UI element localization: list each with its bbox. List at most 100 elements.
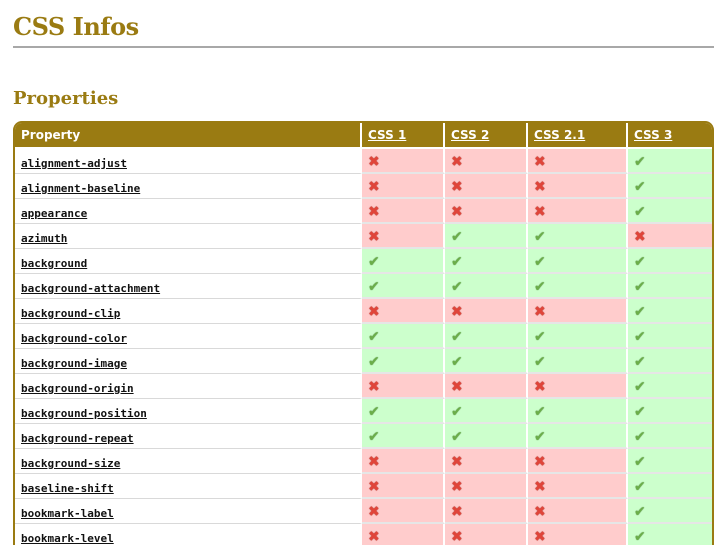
property-link[interactable]: background-image — [21, 357, 127, 370]
cross-icon: ✖ — [534, 529, 546, 545]
unsupported-cell: ✖ — [528, 474, 628, 499]
unsupported-cell: ✖ — [445, 299, 528, 324]
supported-cell: ✔ — [628, 299, 712, 324]
check-icon: ✔ — [368, 429, 380, 445]
property-cell: background-attachment — [15, 274, 362, 299]
check-icon: ✔ — [634, 379, 646, 395]
property-link[interactable]: background-clip — [21, 307, 120, 320]
check-icon: ✔ — [634, 204, 646, 220]
property-link[interactable]: background-origin — [21, 382, 134, 395]
cross-icon: ✖ — [451, 479, 463, 495]
column-header-link[interactable]: CSS 2.1 — [534, 128, 585, 142]
unsupported-cell: ✖ — [362, 374, 445, 399]
cross-icon: ✖ — [451, 379, 463, 395]
property-link[interactable]: alignment-baseline — [21, 182, 140, 195]
unsupported-cell: ✖ — [362, 149, 445, 174]
cross-icon: ✖ — [368, 454, 380, 470]
cross-icon: ✖ — [368, 154, 380, 170]
check-icon: ✔ — [534, 404, 546, 420]
supported-cell: ✔ — [628, 249, 712, 274]
cross-icon: ✖ — [534, 154, 546, 170]
property-link[interactable]: background-repeat — [21, 432, 134, 445]
table-row: background-attachment ✔ ✔ ✔ ✔ — [15, 274, 712, 299]
check-icon: ✔ — [634, 404, 646, 420]
cross-icon: ✖ — [534, 379, 546, 395]
unsupported-cell: ✖ — [445, 174, 528, 199]
supported-cell: ✔ — [445, 224, 528, 249]
check-icon: ✔ — [451, 279, 463, 295]
cross-icon: ✖ — [451, 529, 463, 545]
cross-icon: ✖ — [368, 304, 380, 320]
check-icon: ✔ — [634, 354, 646, 370]
supported-cell: ✔ — [362, 249, 445, 274]
check-icon: ✔ — [634, 304, 646, 320]
supported-cell: ✔ — [362, 274, 445, 299]
supported-cell: ✔ — [528, 274, 628, 299]
table-row: alignment-adjust ✖ ✖ ✖ ✔ — [15, 149, 712, 174]
property-link[interactable]: background-position — [21, 407, 147, 420]
supported-cell: ✔ — [445, 274, 528, 299]
supported-cell: ✔ — [445, 424, 528, 449]
section-title: Properties — [13, 88, 119, 109]
property-link[interactable]: appearance — [21, 207, 87, 220]
property-cell: bookmark-label — [15, 499, 362, 524]
property-link[interactable]: background-attachment — [21, 282, 160, 295]
unsupported-cell: ✖ — [528, 449, 628, 474]
check-icon: ✔ — [534, 254, 546, 270]
check-icon: ✔ — [634, 454, 646, 470]
supported-cell: ✔ — [628, 324, 712, 349]
cross-icon: ✖ — [451, 454, 463, 470]
table-row: background-color ✔ ✔ ✔ ✔ — [15, 324, 712, 349]
unsupported-cell: ✖ — [445, 374, 528, 399]
property-link[interactable]: baseline-shift — [21, 482, 114, 495]
cross-icon: ✖ — [534, 504, 546, 520]
property-link[interactable]: background-color — [21, 332, 127, 345]
supported-cell: ✔ — [628, 399, 712, 424]
unsupported-cell: ✖ — [362, 474, 445, 499]
unsupported-cell: ✖ — [528, 199, 628, 224]
table-row: background-repeat ✔ ✔ ✔ ✔ — [15, 424, 712, 449]
cross-icon: ✖ — [534, 454, 546, 470]
supported-cell: ✔ — [628, 274, 712, 299]
table-row: background-image ✔ ✔ ✔ ✔ — [15, 349, 712, 374]
supported-cell: ✔ — [628, 499, 712, 524]
property-link[interactable]: bookmark-label — [21, 507, 114, 520]
column-header-css2[interactable]: CSS 2 — [445, 123, 528, 149]
supported-cell: ✔ — [362, 424, 445, 449]
check-icon: ✔ — [634, 279, 646, 295]
column-header-css3[interactable]: CSS 3 — [628, 123, 712, 149]
property-cell: background-size — [15, 449, 362, 474]
check-icon: ✔ — [368, 404, 380, 420]
property-link[interactable]: bookmark-level — [21, 532, 114, 545]
column-header-label: Property — [21, 128, 81, 142]
check-icon: ✔ — [634, 479, 646, 495]
check-icon: ✔ — [634, 154, 646, 170]
column-header-css21[interactable]: CSS 2.1 — [528, 123, 628, 149]
column-header-css1[interactable]: CSS 1 — [362, 123, 445, 149]
supported-cell: ✔ — [445, 349, 528, 374]
supported-cell: ✔ — [362, 399, 445, 424]
cross-icon: ✖ — [368, 179, 380, 195]
check-icon: ✔ — [534, 429, 546, 445]
column-header-link[interactable]: CSS 1 — [368, 128, 406, 142]
supported-cell: ✔ — [628, 199, 712, 224]
property-link[interactable]: alignment-adjust — [21, 157, 127, 170]
cross-icon: ✖ — [451, 204, 463, 220]
check-icon: ✔ — [451, 329, 463, 345]
check-icon: ✔ — [634, 504, 646, 520]
property-cell: background-position — [15, 399, 362, 424]
unsupported-cell: ✖ — [528, 499, 628, 524]
property-link[interactable]: azimuth — [21, 232, 67, 245]
column-header-link[interactable]: CSS 3 — [634, 128, 672, 142]
unsupported-cell: ✖ — [362, 524, 445, 545]
column-header-link[interactable]: CSS 2 — [451, 128, 489, 142]
property-cell: alignment-adjust — [15, 149, 362, 174]
unsupported-cell: ✖ — [445, 199, 528, 224]
check-icon: ✔ — [368, 354, 380, 370]
property-link[interactable]: background-size — [21, 457, 120, 470]
table-row: bookmark-label ✖ ✖ ✖ ✔ — [15, 499, 712, 524]
unsupported-cell: ✖ — [528, 524, 628, 545]
property-link[interactable]: background — [21, 257, 87, 270]
supported-cell: ✔ — [628, 149, 712, 174]
unsupported-cell: ✖ — [528, 174, 628, 199]
